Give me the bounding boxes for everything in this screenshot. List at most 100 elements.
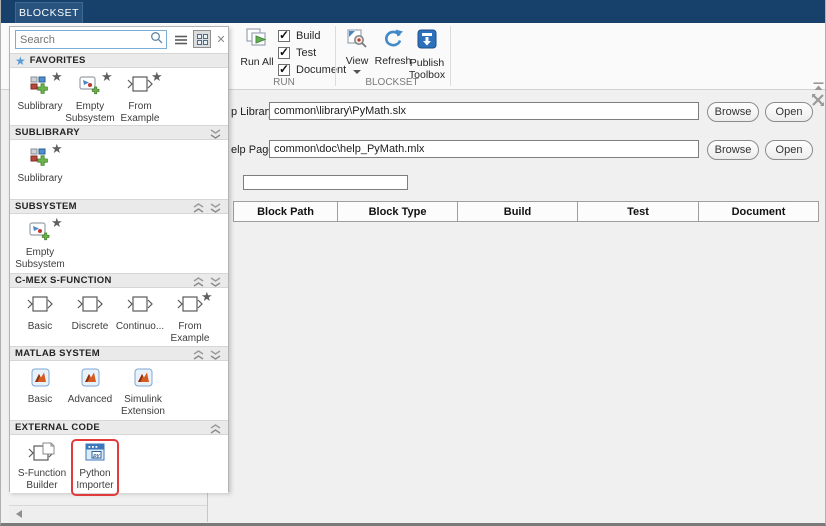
block-icon — [177, 295, 203, 313]
refresh-icon — [382, 28, 404, 53]
palette-item-label: Empty Subsystem — [15, 247, 65, 270]
search-input[interactable] — [16, 34, 150, 46]
toolbar-divider — [335, 26, 336, 86]
palette-item-label: Simulink Extension — [117, 394, 169, 417]
toolbar-divider — [450, 26, 451, 86]
column-header-document[interactable]: Document — [699, 201, 819, 222]
view-dropdown-arrow-icon — [353, 70, 361, 74]
document-checkbox-label: Document — [296, 64, 346, 76]
palette-item-simulink-extension[interactable]: Simulink Extension — [115, 368, 171, 417]
block-icon — [77, 295, 103, 313]
column-header-build[interactable]: Build — [458, 201, 578, 222]
library-browse-button[interactable]: Browse — [707, 102, 759, 122]
section-title: C-MEX S-FUNCTION — [15, 275, 112, 286]
help-browse-button[interactable]: Browse — [707, 140, 759, 160]
tab-blockset-label: BLOCKSET — [19, 7, 79, 19]
help-open-button[interactable]: Open — [765, 140, 813, 160]
sfunction-builder-icon — [28, 442, 56, 462]
palette-item-sublibrary[interactable]: ★ Sublibrary — [15, 147, 65, 185]
palette-item-basic-cmex[interactable]: Basic — [15, 295, 65, 333]
list-view-button[interactable] — [174, 33, 188, 46]
palette-item-label: Python Importer — [73, 468, 117, 491]
palette-scrollbar[interactable] — [9, 505, 207, 522]
panel-corner-controls — [811, 82, 825, 107]
empty-subsystem-icon — [78, 75, 102, 95]
section-header-favorites[interactable]: ★ FAVORITES — [10, 53, 228, 68]
scroll-section-up-icon[interactable] — [193, 348, 204, 366]
section-header-subsystem[interactable]: SUBSYSTEM — [10, 199, 228, 214]
help-browse-label: Browse — [715, 144, 752, 156]
palette-item-label: From Example — [115, 101, 165, 124]
run-all-icon — [244, 27, 270, 54]
dock-panel-icon[interactable] — [811, 93, 825, 107]
scroll-section-up-icon[interactable] — [210, 422, 221, 440]
section-header-cmex-sfunction[interactable]: C-MEX S-FUNCTION — [10, 273, 228, 288]
column-header-block-type[interactable]: Block Type — [338, 201, 458, 222]
favorite-star-icon: ★ — [151, 70, 163, 83]
favorite-star-icon: ★ — [101, 70, 113, 83]
grid-view-button[interactable] — [193, 30, 211, 48]
library-open-button[interactable]: Open — [765, 102, 813, 122]
palette-item-label: Sublibrary — [17, 173, 62, 185]
column-header-block-path[interactable]: Block Path — [233, 201, 338, 222]
palette-item-label: Basic — [28, 394, 52, 406]
column-header-test[interactable]: Test — [578, 201, 699, 222]
section-header-sublibrary[interactable]: SUBLIBRARY — [10, 125, 228, 140]
favorite-star-icon: ★ — [51, 70, 63, 83]
section-header-matlab-system[interactable]: MATLAB SYSTEM — [10, 346, 228, 361]
build-checkbox-label: Build — [296, 30, 320, 42]
run-all-button[interactable]: Run All — [239, 27, 275, 68]
block-icon — [127, 75, 153, 93]
palette-item-from-example-cmex[interactable]: ★ From Example — [165, 295, 215, 344]
search-box — [15, 30, 167, 49]
scroll-left-icon[interactable] — [16, 510, 22, 518]
palette-item-empty-subsystem[interactable]: ★ Empty Subsystem — [15, 221, 65, 270]
section-title: MATLAB SYSTEM — [15, 348, 100, 359]
palette-item-from-example[interactable]: ★ From Example — [115, 75, 165, 124]
palette-item-label: Sublibrary — [17, 101, 62, 113]
help-page-field-label: elp Page — [231, 144, 274, 156]
section-title: EXTERNAL CODE — [15, 422, 100, 433]
scroll-section-up-icon[interactable] — [193, 201, 204, 219]
filter-input[interactable] — [243, 175, 408, 190]
palette-item-label: Basic — [28, 321, 52, 333]
palette-item-label: From Example — [165, 321, 215, 344]
view-button[interactable]: View — [341, 28, 373, 74]
search-icon — [150, 31, 166, 49]
palette-item-basic-matlab[interactable]: Basic — [15, 368, 65, 406]
palette-item-discrete[interactable]: Discrete — [65, 295, 115, 333]
toolstrip-tab-bar: BLOCKSET — [1, 0, 826, 23]
palette-item-sublibrary[interactable]: ★ Sublibrary — [15, 75, 65, 113]
scroll-section-down-icon[interactable] — [210, 348, 221, 366]
tab-blockset[interactable]: BLOCKSET — [15, 2, 83, 23]
section-title: SUBSYSTEM — [15, 201, 77, 212]
palette-item-label: Empty Subsystem — [65, 101, 115, 124]
test-checkbox-label: Test — [296, 47, 316, 59]
matlab-icon — [81, 368, 100, 387]
document-checkbox-box — [278, 64, 290, 76]
section-title: SUBLIBRARY — [15, 127, 80, 138]
section-body-subsystem: ★ Empty Subsystem — [10, 214, 228, 273]
palette-item-advanced-matlab[interactable]: Advanced — [65, 368, 115, 406]
palette-item-continuous[interactable]: Continuo... — [115, 295, 165, 333]
scroll-section-down-icon[interactable] — [210, 201, 221, 219]
palette-item-label: Advanced — [68, 394, 112, 406]
build-checkbox[interactable]: Build — [278, 29, 320, 43]
section-header-external-code[interactable]: EXTERNAL CODE — [10, 420, 228, 435]
publish-toolbox-button[interactable]: Publish Toolbox — [403, 28, 451, 81]
matlab-icon — [31, 368, 50, 387]
palette-item-sfunction-builder[interactable]: S-Function Builder — [15, 442, 69, 491]
scroll-section-down-icon[interactable] — [210, 127, 221, 145]
close-palette-icon[interactable]: ✕ — [215, 32, 227, 46]
library-path-input[interactable] — [269, 102, 699, 120]
test-checkbox-box — [278, 47, 290, 59]
empty-subsystem-icon — [28, 221, 52, 241]
palette-item-python-importer[interactable]: py Python Importer — [73, 442, 117, 491]
collapse-panel-icon[interactable] — [811, 82, 825, 91]
palette-item-empty-subsystem[interactable]: ★ Empty Subsystem — [65, 75, 115, 124]
block-palette-panel: ✕ ★ FAVORITES ★ Sublibrary — [9, 26, 229, 492]
test-checkbox[interactable]: Test — [278, 46, 316, 60]
help-page-input[interactable] — [269, 140, 699, 158]
block-icon — [27, 295, 53, 313]
section-body-cmex: Basic Discrete — [10, 288, 228, 346]
